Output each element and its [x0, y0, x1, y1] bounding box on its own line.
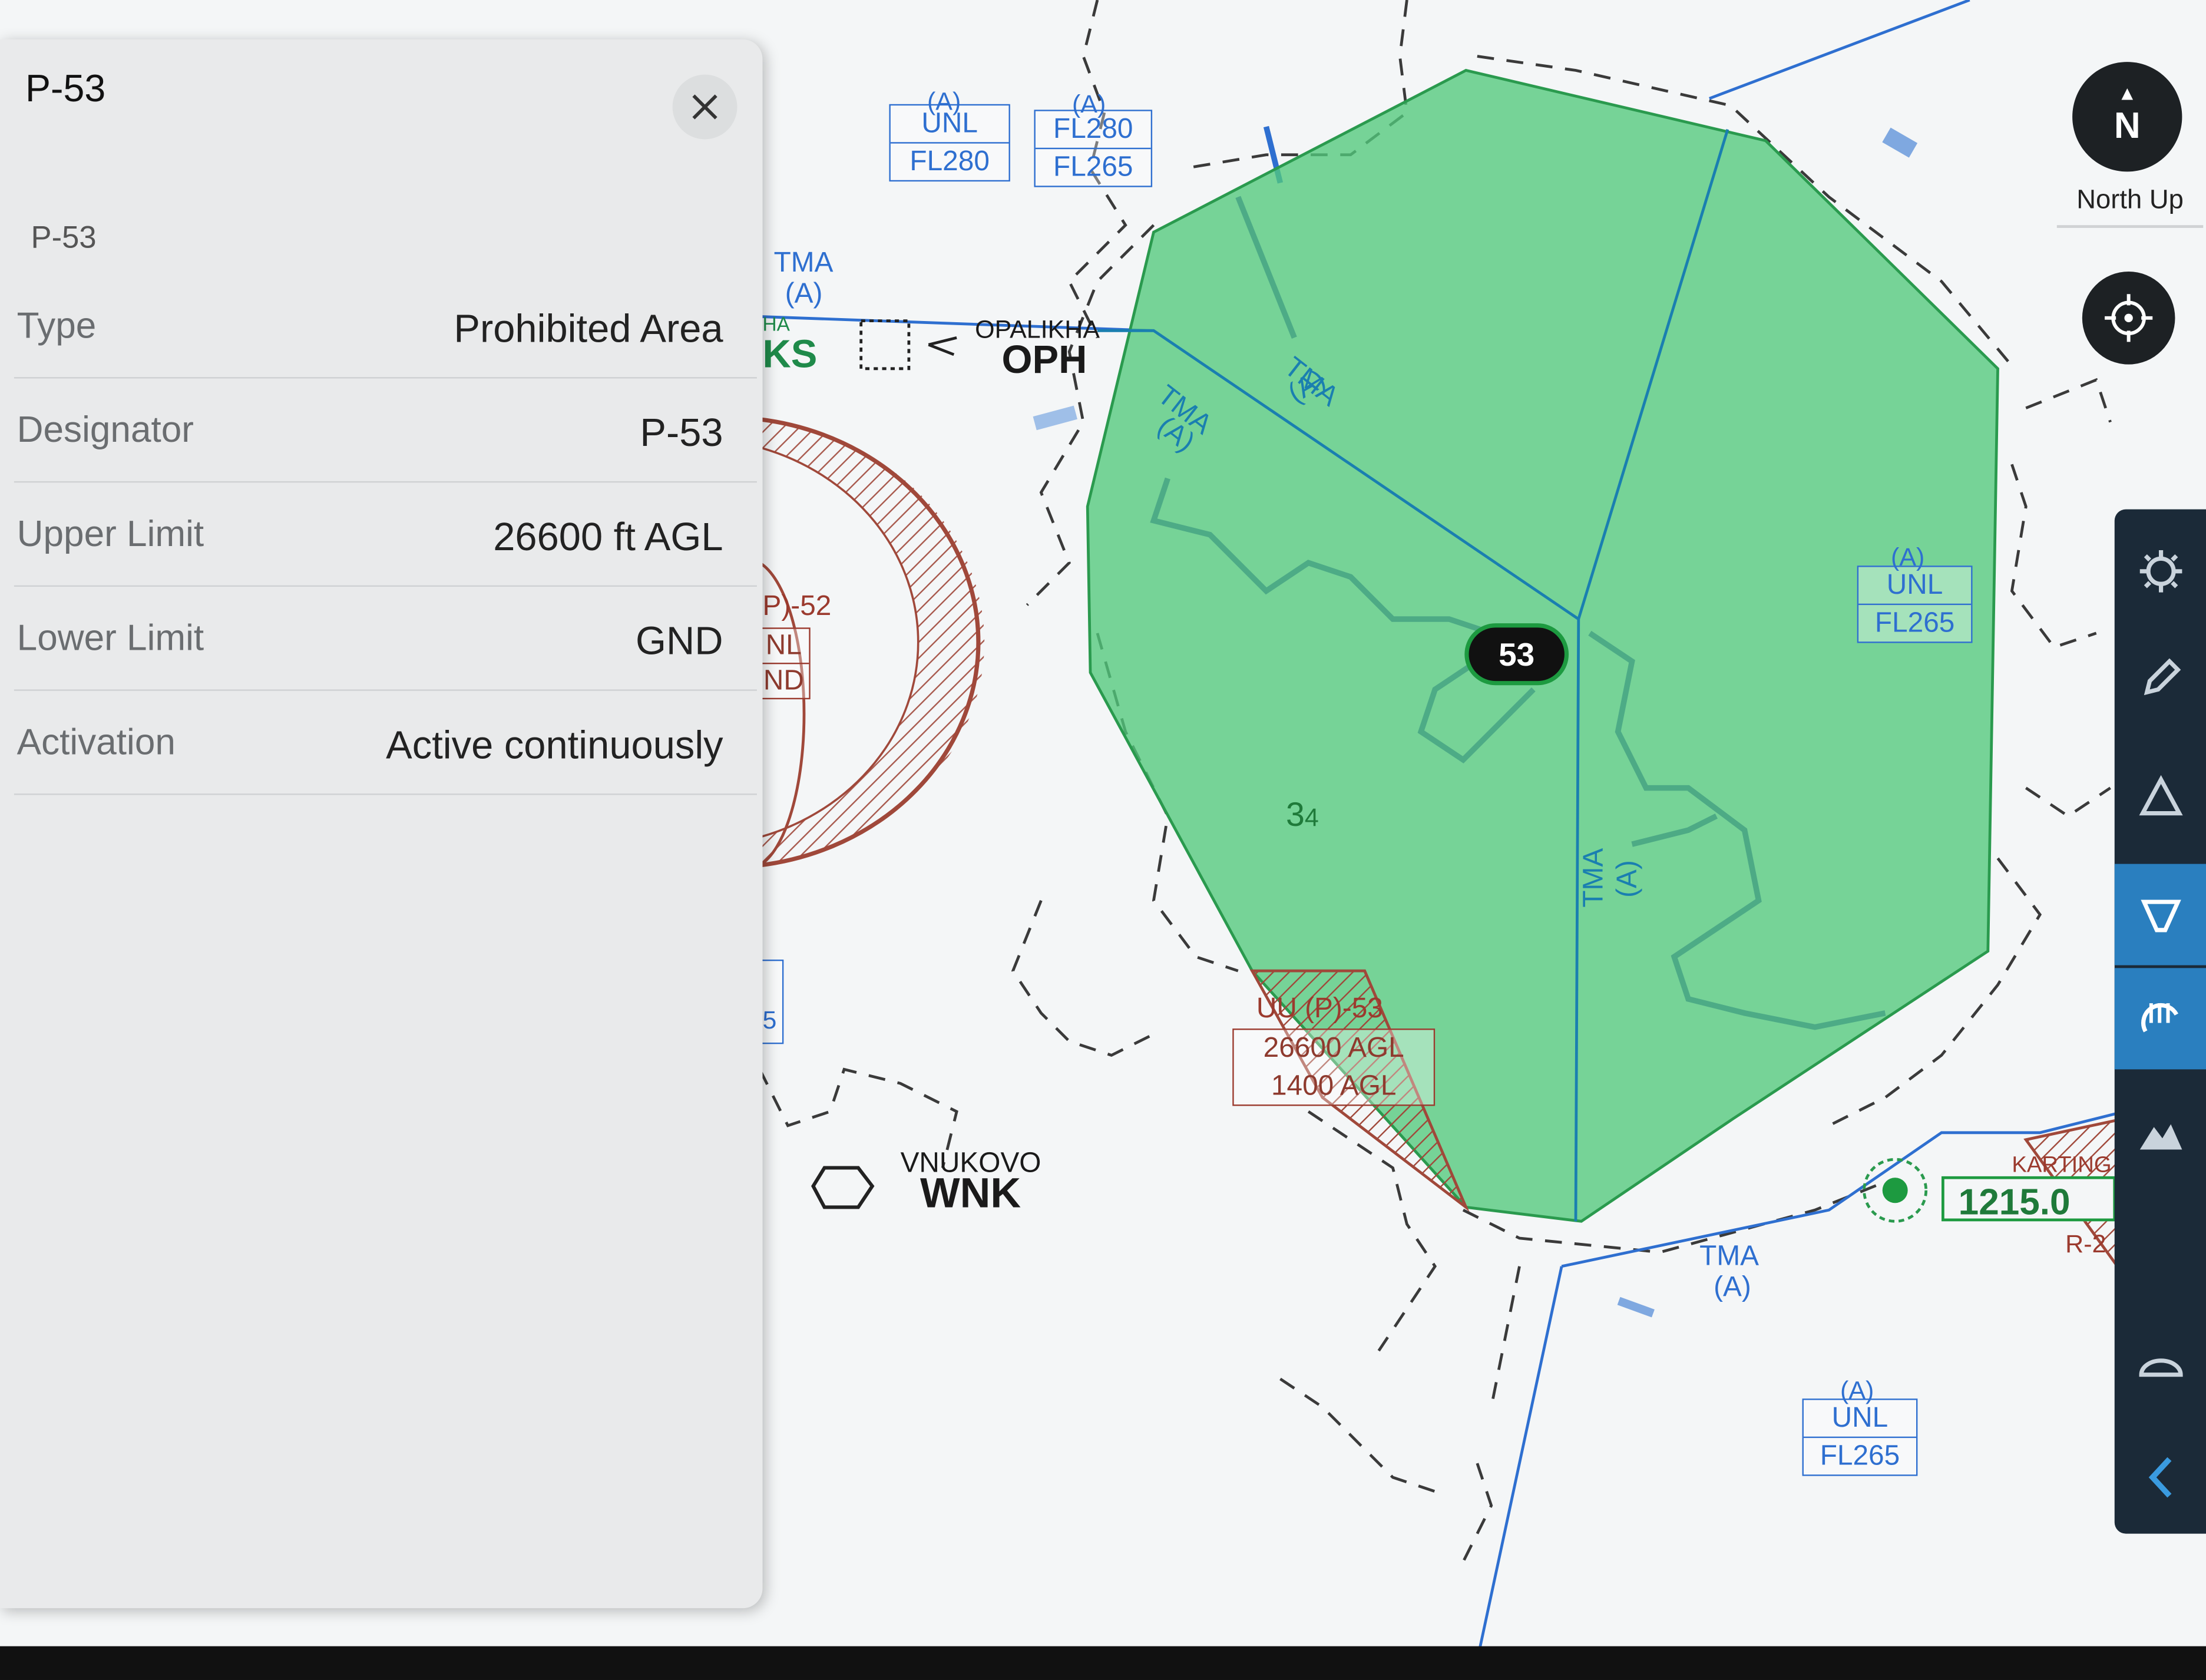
airspace-info-panel: P-53 P-53 Type Prohibited Area Designato… [0, 39, 763, 1609]
terrain-icon [2139, 1124, 2182, 1150]
north-arrow-icon: ▲ [2117, 81, 2137, 104]
elevation-label-big: 3 [1285, 796, 1305, 835]
tool-settings[interactable] [2115, 521, 2206, 622]
karting-label: KARTING [2012, 1153, 2112, 1178]
info-key: Lower Limit [16, 616, 204, 659]
tma-label-top: TMA [773, 247, 834, 279]
airspace-box-bottom-class: (A) [1840, 1376, 1874, 1404]
map-toolbar [2114, 509, 2206, 1534]
vnukovo-code: WNK [920, 1170, 1021, 1218]
chevron-left-icon [2148, 1457, 2171, 1498]
info-value: Active continuously [386, 723, 723, 767]
r-label: R-2 [2065, 1229, 2106, 1258]
triangle-icon [2138, 775, 2182, 816]
tool-airspace[interactable] [2114, 968, 2206, 1070]
north-letter: N [2114, 104, 2141, 147]
frequency-box[interactable]: 1215.0 [1941, 1176, 2116, 1223]
info-key: Type [16, 303, 97, 346]
p53-badge[interactable]: 53 [1464, 623, 1569, 686]
tool-route[interactable] [2114, 864, 2206, 965]
tool-triangle[interactable] [2115, 746, 2206, 847]
tool-edit[interactable] [2115, 627, 2206, 729]
info-value: GND [635, 619, 723, 663]
close-button[interactable] [672, 74, 737, 140]
tma-label-bottom: TMA [1699, 1241, 1759, 1272]
airspace-box-right-class: (A) [1891, 543, 1925, 571]
locate-button[interactable] [2082, 271, 2175, 365]
info-row-designator: Designator P-53 [14, 377, 757, 483]
ks-code: KS [762, 332, 818, 376]
tma-label-bottom-class: (A) [1714, 1272, 1751, 1303]
info-row-type: Type Prohibited Area [14, 273, 757, 379]
north-up-label: North Up [2076, 186, 2184, 216]
info-value: 26600 ft AGL [493, 515, 723, 559]
airspace-box-bottom: UNL FL265 [1802, 1398, 1918, 1476]
settings-icon [2139, 550, 2182, 593]
layers-icon [2138, 1358, 2182, 1377]
tma-label-top-class: (A) [785, 278, 823, 310]
airspace-box-unl-fl280-class: (A) [927, 87, 961, 115]
info-row-lower-limit: Lower Limit GND [14, 586, 757, 691]
tool-layers[interactable] [2115, 1314, 2206, 1416]
info-key: Upper Limit [16, 512, 204, 555]
elevation-label-small: 4 [1304, 803, 1319, 832]
divider [2056, 225, 2204, 228]
info-key: Activation [16, 720, 176, 763]
airspace-box-fl280-fl265-class: (A) [1071, 90, 1106, 118]
p52-label: P)-52 [762, 591, 832, 622]
elevation-label: 34 [1286, 796, 1319, 836]
airspace-icon [2140, 1003, 2178, 1033]
north-up-button[interactable]: ▲ N [2072, 62, 2182, 172]
close-icon [692, 94, 717, 120]
opalikha-code: OPH [1001, 338, 1087, 382]
info-value: Prohibited Area [454, 306, 723, 350]
info-row-upper-limit: Upper Limit 26600 ft AGL [14, 481, 757, 587]
tma-label-vertical-class: (A) [1612, 860, 1643, 898]
tool-collapse[interactable] [2115, 1427, 2206, 1528]
panel-subtitle: P-53 [31, 219, 97, 255]
p52-limits-box: NL ND [756, 627, 811, 700]
locate-icon [2105, 294, 2153, 342]
screen-bottom-bezel [0, 1646, 2206, 1680]
panel-title: P-53 [25, 67, 106, 110]
info-row-activation: Activation Active continuously [14, 689, 757, 795]
p53-area-title: UU (P)-53 [1256, 993, 1383, 1024]
route-icon [2140, 899, 2181, 932]
p53-limits-box: 26600 AGL 1400 AGL [1232, 1028, 1436, 1106]
info-value: P-53 [640, 411, 723, 455]
edit-icon [2143, 658, 2181, 696]
info-key: Designator [16, 408, 194, 451]
airspace-box-fl280-fl265: FL280 FL265 [1034, 110, 1153, 187]
tma-label-vertical: TMA [1578, 848, 1610, 908]
tool-terrain[interactable] [2115, 1083, 2206, 1185]
airspace-box-right: UNL FL265 [1857, 565, 1973, 643]
screen: UNL FL280 (A) FL280 FL265 (A) TMA (A) OP… [0, 0, 2206, 1680]
